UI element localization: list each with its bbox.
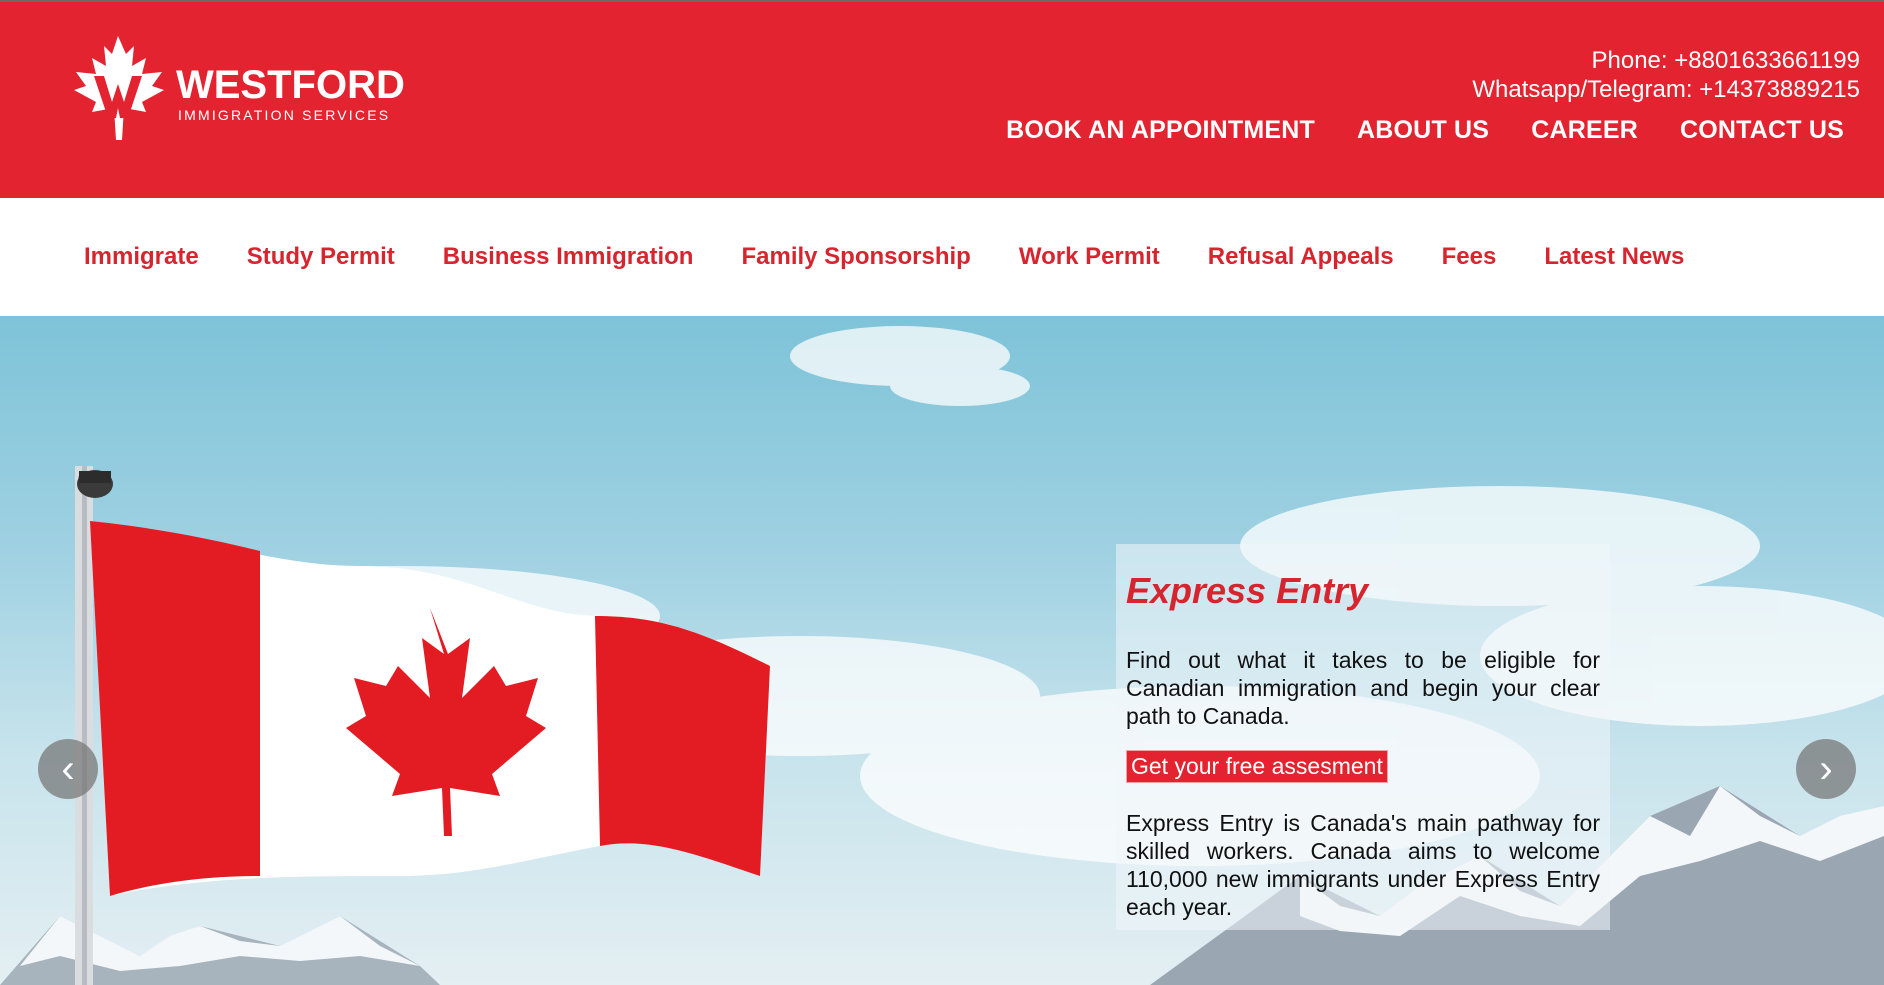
nav-book-appointment[interactable]: BOOK AN APPOINTMENT bbox=[1006, 116, 1315, 145]
nav-refusal-appeals[interactable]: Refusal Appeals bbox=[1208, 243, 1394, 271]
site-logo[interactable]: WESTFORD IMMIGRATION SERVICES bbox=[72, 36, 432, 148]
nav-immigrate[interactable]: Immigrate bbox=[84, 243, 199, 271]
top-nav: BOOK AN APPOINTMENT ABOUT US CAREER CONT… bbox=[1006, 116, 1844, 145]
nav-latest-news[interactable]: Latest News bbox=[1544, 243, 1684, 271]
svg-text:WESTFORD: WESTFORD bbox=[176, 63, 405, 107]
nav-career[interactable]: CAREER bbox=[1531, 116, 1638, 145]
whatsapp-number: Whatsapp/Telegram: +14373889215 bbox=[1472, 76, 1860, 103]
hero-slider: Express Entry Find out what it takes to … bbox=[0, 316, 1884, 985]
nav-study-permit[interactable]: Study Permit bbox=[247, 243, 395, 271]
nav-fees[interactable]: Fees bbox=[1442, 243, 1497, 271]
free-assessment-button[interactable]: Get your free assesment bbox=[1126, 750, 1388, 783]
chevron-right-icon: › bbox=[1819, 747, 1833, 791]
hero-intro: Find out what it takes to be eligible fo… bbox=[1126, 647, 1600, 729]
main-nav: Immigrate Study Permit Business Immigrat… bbox=[0, 198, 1884, 316]
maple-w-icon: WESTFORD IMMIGRATION SERVICES bbox=[74, 36, 405, 140]
phone-number: Phone: +8801633661199 bbox=[1591, 47, 1861, 74]
nav-family-sponsorship[interactable]: Family Sponsorship bbox=[741, 243, 970, 271]
hero-title: Express Entry bbox=[1126, 570, 1369, 611]
contact-info: Phone: +8801633661199 Whatsapp/Telegram:… bbox=[1472, 46, 1860, 104]
nav-about-us[interactable]: ABOUT US bbox=[1357, 116, 1489, 145]
slider-prev-button[interactable]: ‹ bbox=[38, 739, 98, 799]
nav-business-immigration[interactable]: Business Immigration bbox=[443, 243, 694, 271]
site-header: WESTFORD IMMIGRATION SERVICES Phone: +88… bbox=[0, 0, 1884, 198]
hero-body: Express Entry is Canada's main pathway f… bbox=[1126, 810, 1600, 920]
chevron-left-icon: ‹ bbox=[61, 747, 75, 791]
hero-caption: Express Entry Find out what it takes to … bbox=[1116, 544, 1610, 930]
slider-next-button[interactable]: › bbox=[1796, 739, 1856, 799]
nav-contact-us[interactable]: CONTACT US bbox=[1680, 116, 1844, 145]
svg-text:IMMIGRATION SERVICES: IMMIGRATION SERVICES bbox=[178, 107, 390, 123]
nav-work-permit[interactable]: Work Permit bbox=[1019, 243, 1160, 271]
